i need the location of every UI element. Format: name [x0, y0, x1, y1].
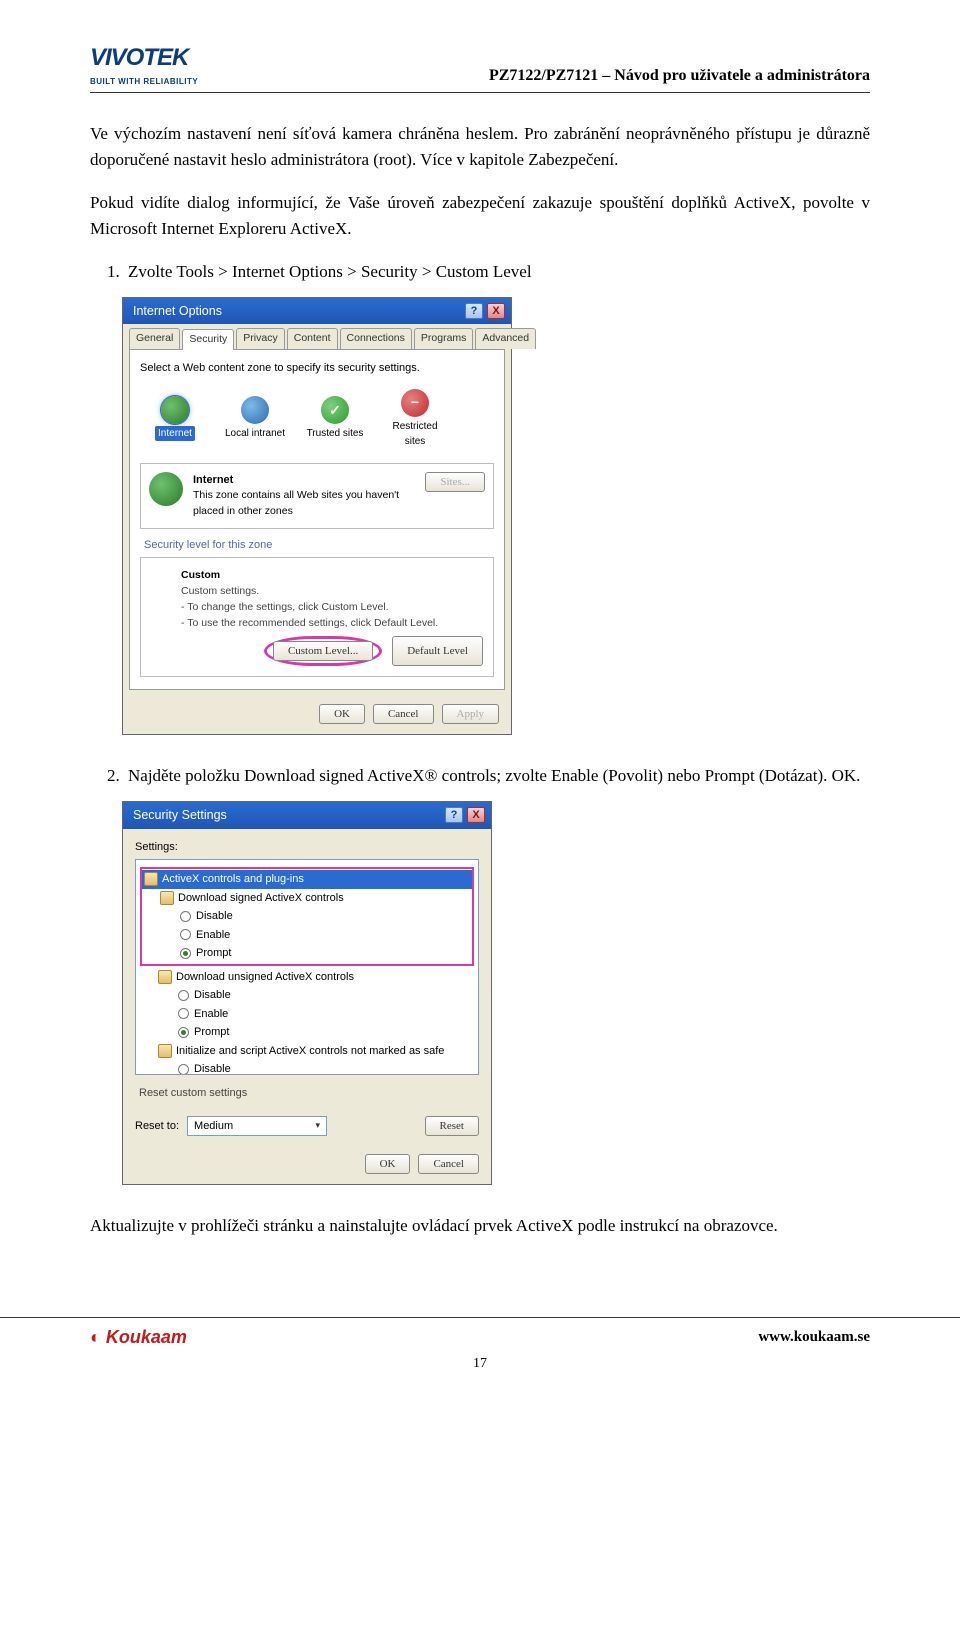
dialog-title: Security Settings: [133, 806, 227, 825]
zone-restricted[interactable]: Restricted sites: [382, 389, 448, 449]
tab-programs[interactable]: Programs: [414, 328, 474, 349]
minus-icon: [401, 389, 429, 417]
help-icon[interactable]: ?: [445, 807, 463, 823]
globe-icon: [161, 396, 189, 424]
step-2: Najděte položku Download signed ActiveX®…: [124, 763, 870, 789]
gear-icon: [158, 970, 172, 984]
dialog-titlebar[interactable]: Internet Options ? X: [123, 298, 511, 325]
page-footer: ◐ Koukaam www.koukaam.se: [0, 1317, 960, 1351]
zone-info-desc: This zone contains all Web sites you hav…: [193, 489, 399, 517]
intranet-icon: [241, 396, 269, 424]
highlight-circle: Custom Level...: [264, 636, 382, 666]
page-number: 17: [0, 1353, 960, 1374]
radio-prompt[interactable]: Prompt: [142, 944, 472, 963]
tree-download-signed[interactable]: Download signed ActiveX controls: [142, 889, 472, 908]
security-settings-dialog: Security Settings ? X Settings: ActiveX …: [122, 801, 492, 1185]
gear-icon: [160, 891, 174, 905]
intro-paragraph-2: Pokud vidíte dialog informující, že Vaše…: [90, 190, 870, 241]
radio-disable[interactable]: Disable: [140, 1060, 474, 1075]
cancel-button[interactable]: Cancel: [373, 704, 434, 724]
tree-activex-root[interactable]: ActiveX controls and plug-ins: [142, 870, 472, 889]
radio-enable[interactable]: Enable: [140, 1005, 474, 1024]
radio-disable[interactable]: Disable: [140, 986, 474, 1005]
tab-bar: General Security Privacy Content Connect…: [123, 324, 511, 349]
internet-options-dialog: Internet Options ? X General Security Pr…: [122, 297, 512, 736]
tab-advanced[interactable]: Advanced: [475, 328, 536, 349]
help-icon[interactable]: ?: [465, 303, 483, 319]
tree-download-unsigned[interactable]: Download unsigned ActiveX controls: [140, 968, 474, 987]
custom-line2: - To use the recommended settings, click…: [181, 617, 438, 629]
custom-line1: - To change the settings, click Custom L…: [181, 601, 389, 613]
reset-button[interactable]: Reset: [425, 1116, 479, 1136]
apply-button[interactable]: Apply: [442, 704, 500, 724]
ok-button[interactable]: OK: [365, 1154, 411, 1174]
tab-privacy[interactable]: Privacy: [236, 328, 284, 349]
zone-local-intranet[interactable]: Local intranet: [222, 396, 288, 441]
gear-icon: [158, 1044, 172, 1058]
cancel-button[interactable]: Cancel: [418, 1154, 479, 1174]
radio-prompt[interactable]: Prompt: [140, 1023, 474, 1042]
page-header: VIVOTEK BUILT WITH RELIABILITY PZ7122/PZ…: [90, 40, 870, 93]
tab-connections[interactable]: Connections: [340, 328, 412, 349]
highlight-box: ActiveX controls and plug-ins Download s…: [140, 867, 474, 966]
gear-icon: [144, 872, 158, 886]
radio-disable[interactable]: Disable: [142, 907, 472, 926]
dialog-title: Internet Options: [133, 302, 222, 321]
check-icon: [321, 396, 349, 424]
outro-paragraph: Aktualizujte v prohlížeči stránku a nain…: [90, 1213, 870, 1239]
logo-text: VIVOTEK: [90, 40, 198, 76]
reset-to-label: Reset to:: [135, 1118, 179, 1135]
ok-button[interactable]: OK: [319, 704, 365, 724]
custom-level-button[interactable]: Custom Level...: [273, 641, 373, 661]
custom-sub: Custom settings.: [181, 585, 259, 597]
close-icon[interactable]: X: [467, 807, 485, 823]
settings-tree[interactable]: ActiveX controls and plug-ins Download s…: [135, 859, 479, 1075]
step-1: Zvolte Tools > Internet Options > Securi…: [124, 259, 870, 285]
document-title: PZ7122/PZ7121 – Návod pro uživatele a ad…: [489, 64, 870, 88]
tab-general[interactable]: General: [129, 328, 180, 349]
default-level-button[interactable]: Default Level: [392, 636, 483, 666]
reset-section-label: Reset custom settings: [139, 1085, 479, 1102]
radio-enable[interactable]: Enable: [142, 926, 472, 945]
tab-security[interactable]: Security: [182, 329, 234, 350]
zone-trusted[interactable]: Trusted sites: [302, 396, 368, 441]
intro-paragraph-1: Ve výchozím nastavení není síťová kamera…: [90, 121, 870, 172]
security-level-label: Security level for this zone: [144, 537, 494, 554]
zone-info-title: Internet: [193, 474, 233, 486]
footer-url: www.koukaam.se: [758, 1326, 870, 1349]
dialog-titlebar[interactable]: Security Settings ? X: [123, 802, 491, 829]
close-icon[interactable]: X: [487, 303, 505, 319]
sites-button[interactable]: Sites...: [425, 472, 485, 492]
koukaam-logo: ◐ Koukaam: [90, 1324, 187, 1351]
reset-select[interactable]: Medium: [187, 1116, 327, 1137]
settings-label: Settings:: [135, 839, 479, 856]
vivotek-logo: VIVOTEK BUILT WITH RELIABILITY: [90, 40, 198, 88]
tree-init-script[interactable]: Initialize and script ActiveX controls n…: [140, 1042, 474, 1061]
custom-title: Custom: [181, 569, 220, 581]
zone-internet[interactable]: Internet: [142, 396, 208, 441]
logo-tagline: BUILT WITH RELIABILITY: [90, 76, 198, 88]
tab-content[interactable]: Content: [287, 328, 338, 349]
zone-prompt-text: Select a Web content zone to specify its…: [140, 360, 494, 377]
globe-large-icon: [149, 472, 183, 506]
